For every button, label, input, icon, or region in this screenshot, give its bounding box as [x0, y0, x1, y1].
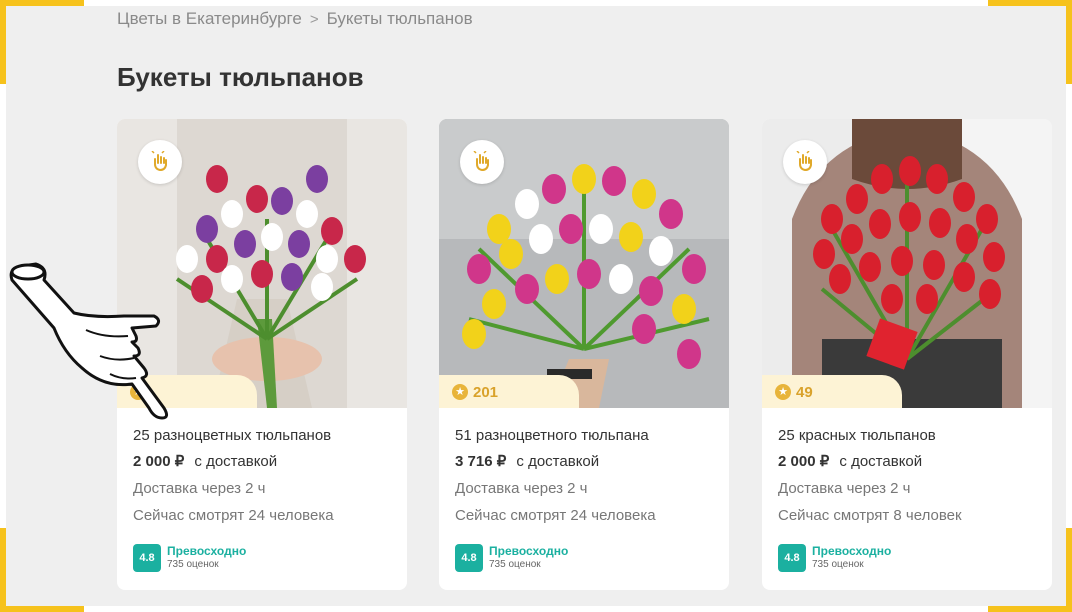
reviews-count: 735 оценок — [812, 559, 864, 571]
score-badge: 4.8 — [778, 544, 806, 572]
score-label: Превосходно — [489, 544, 569, 559]
rating-count: 201 — [473, 383, 499, 401]
product-name[interactable]: 25 красных тюльпанов — [778, 427, 1040, 444]
viewers-count: Сейчас смотрят 24 человека — [455, 507, 656, 524]
product-photo[interactable]: ★ 201 — [439, 119, 729, 408]
product-info: 25 красных тюльпанов 2 000 ₽ с доставкой… — [778, 427, 1040, 524]
product-card[interactable]: ★ 49 25 красных тюльпанов 2 000 ₽ с дост… — [762, 119, 1052, 590]
score-label: Превосходно — [167, 544, 247, 559]
tap-gesture-icon[interactable] — [138, 140, 182, 184]
store-rating: 4.8 Превосходно 735 оценок — [778, 544, 891, 572]
rating-count: 49 — [796, 383, 813, 401]
corner-frame — [0, 606, 84, 612]
breadcrumb: Цветы в Екатеринбурге > Букеты тюльпанов — [117, 9, 473, 29]
reviews-count: 735 оценок — [167, 559, 219, 571]
product-name[interactable]: 51 разноцветного тюльпана — [455, 427, 717, 444]
tap-gesture-icon[interactable] — [460, 140, 504, 184]
corner-frame — [1066, 0, 1072, 84]
reviews-count: 735 оценок — [489, 559, 541, 571]
corner-frame — [988, 606, 1072, 612]
delivery-time: Доставка через 2 ч — [778, 480, 911, 497]
product-price: 2 000 ₽ — [133, 453, 185, 470]
product-photo[interactable]: ★ 49 — [762, 119, 1052, 408]
rating-tab: ★ 201 — [439, 375, 579, 408]
store-rating: 4.8 Превосходно 735 оценок — [133, 544, 246, 572]
viewers-count: Сейчас смотрят 8 человек — [778, 507, 962, 524]
score-badge: 4.8 — [455, 544, 483, 572]
pointing-hand-icon — [9, 262, 169, 420]
product-info: 25 разноцветных тюльпанов 2 000 ₽ с дост… — [133, 427, 395, 524]
breadcrumb-separator: > — [309, 10, 319, 28]
delivery-time: Доставка через 2 ч — [455, 480, 588, 497]
product-price: 2 000 ₽ — [778, 453, 830, 470]
breadcrumb-current: Букеты тюльпанов — [326, 9, 473, 28]
product-info: 51 разноцветного тюльпана 3 716 ₽ с дост… — [455, 427, 717, 524]
corner-frame — [1066, 528, 1072, 612]
store-rating: 4.8 Превосходно 735 оценок — [455, 544, 568, 572]
price-line: 2 000 ₽ с доставкой — [133, 452, 395, 470]
delivery-time: Доставка через 2 ч — [133, 480, 266, 497]
price-suffix: с доставкой — [194, 453, 278, 470]
score-badge: 4.8 — [133, 544, 161, 572]
product-card[interactable]: ★ 201 51 разноцветного тюльпана 3 716 ₽ … — [439, 119, 729, 590]
score-label: Превосходно — [812, 544, 892, 559]
rating-tab: ★ 49 — [762, 375, 902, 408]
star-icon: ★ — [452, 384, 468, 400]
price-suffix: с доставкой — [516, 453, 600, 470]
price-suffix: с доставкой — [839, 453, 923, 470]
price-line: 3 716 ₽ с доставкой — [455, 452, 717, 470]
breadcrumb-link-parent[interactable]: Цветы в Екатеринбурге — [117, 9, 302, 29]
price-line: 2 000 ₽ с доставкой — [778, 452, 1040, 470]
tap-gesture-icon[interactable] — [783, 140, 827, 184]
star-icon: ★ — [775, 384, 791, 400]
product-price: 3 716 ₽ — [455, 453, 507, 470]
viewers-count: Сейчас смотрят 24 человека — [133, 507, 334, 524]
page-title: Букеты тюльпанов — [117, 62, 364, 92]
